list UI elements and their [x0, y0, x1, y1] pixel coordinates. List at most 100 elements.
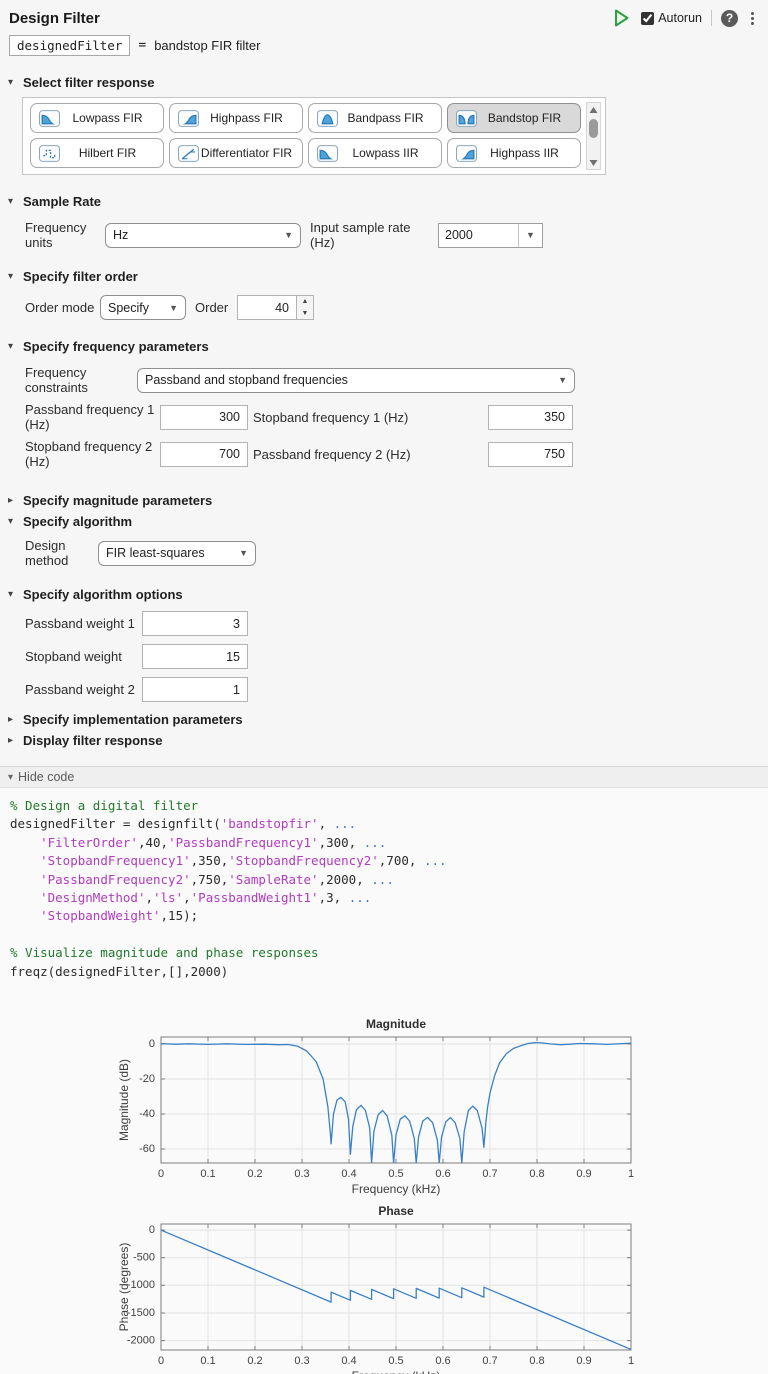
design-method-dropdown[interactable]: FIR least-squares ▼ [98, 541, 256, 566]
svg-text:0: 0 [158, 1168, 164, 1180]
svg-text:-20: -20 [139, 1073, 155, 1085]
section-label: Display filter response [23, 733, 162, 748]
autorun-checkbox[interactable] [641, 12, 654, 25]
collapse-triangle-icon [8, 77, 18, 88]
code-line: designedFilter = designfilt('bandstopfir… [10, 815, 768, 833]
collapse-triangle-icon [8, 196, 18, 207]
triangle-up-icon [589, 106, 598, 114]
section-specify-filter-order[interactable]: Specify filter order [0, 269, 768, 284]
order-input[interactable] [237, 295, 297, 320]
equals-sign: = [138, 38, 146, 53]
expand-triangle-icon [8, 735, 18, 746]
menu-button[interactable] [747, 11, 758, 26]
triangle-down-icon [589, 159, 598, 167]
svg-text:0: 0 [149, 1038, 155, 1050]
svg-text:-1000: -1000 [127, 1279, 155, 1291]
frequency-units-dropdown[interactable]: Hz ▼ [105, 223, 301, 248]
svg-text:0.5: 0.5 [388, 1355, 403, 1367]
code-block[interactable]: % Design a digital filterdesignedFilter … [0, 788, 768, 987]
svg-text:Phase (degrees): Phase (degrees) [117, 1243, 131, 1332]
run-button[interactable] [614, 9, 632, 27]
svg-text:1: 1 [628, 1355, 634, 1367]
svg-text:0: 0 [158, 1355, 164, 1367]
stopband-frequency-2-input[interactable] [160, 442, 248, 467]
code-line: 'DesignMethod','ls','PassbandWeight1',3,… [10, 889, 768, 907]
filter-response-gallery: Lowpass FIR Highpass FIR Bandpass FIR Bands… [22, 97, 606, 175]
svg-text:0: 0 [149, 1224, 155, 1236]
combo-dropdown-button[interactable]: ▼ [518, 224, 542, 247]
order-mode-dropdown[interactable]: Specify ▼ [100, 295, 186, 320]
filter-response-label: Bandpass FIR [338, 111, 437, 125]
scroll-thumb[interactable] [589, 119, 598, 137]
section-specify-frequency-parameters[interactable]: Specify frequency parameters [0, 339, 768, 354]
scroll-up-button[interactable] [587, 103, 600, 116]
code-line: % Design a digital filter [10, 797, 768, 815]
section-label: Specify magnitude parameters [23, 493, 212, 508]
passband-frequency-1-input[interactable] [160, 405, 248, 430]
field-label: Passband frequency 2 (Hz) [253, 447, 488, 462]
code-line: 'PassbandFrequency2',750,'SampleRate',20… [10, 871, 768, 889]
question-icon: ? [726, 11, 733, 25]
autorun-label: Autorun [658, 11, 702, 25]
frequency-constraints-dropdown[interactable]: Passband and stopband frequencies ▼ [137, 368, 575, 393]
svg-text:-2000: -2000 [127, 1335, 155, 1347]
field-label: Passband frequency 1 (Hz) [25, 402, 160, 432]
section-label: Specify filter order [23, 269, 138, 284]
section-label: Specify implementation parameters [23, 712, 243, 727]
scroll-down-button[interactable] [587, 156, 600, 169]
collapse-triangle-icon [8, 589, 18, 600]
bandpass-fir-icon [317, 110, 338, 127]
scroll-track[interactable] [587, 116, 600, 156]
output-variable-field[interactable]: designedFilter [9, 35, 130, 56]
section-specify-magnitude-parameters[interactable]: Specify magnitude parameters [0, 493, 768, 508]
svg-text:0.2: 0.2 [247, 1168, 262, 1180]
highpass-fir-icon [178, 110, 199, 127]
chevron-down-icon: ▼ [526, 230, 535, 240]
filter-response-button-lowpass-fir[interactable]: Lowpass FIR [30, 103, 164, 133]
order-spinner[interactable]: ▲ ▼ [297, 295, 314, 320]
filter-response-button-lowpass-iir[interactable]: Lowpass IIR [308, 138, 442, 168]
svg-text:0.3: 0.3 [294, 1168, 309, 1180]
section-specify-implementation-parameters[interactable]: Specify implementation parameters [0, 712, 768, 727]
gallery-scrollbar[interactable] [586, 102, 601, 170]
section-specify-algorithm-options[interactable]: Specify algorithm options [0, 587, 768, 602]
stopband-weight-input[interactable] [142, 644, 248, 669]
collapse-triangle-icon [8, 341, 18, 352]
hide-code-toggle[interactable]: Hide code [0, 766, 768, 788]
section-select-filter-response[interactable]: Select filter response [0, 75, 768, 90]
svg-text:Phase: Phase [378, 1204, 414, 1218]
svg-text:0.4: 0.4 [341, 1168, 356, 1180]
filter-response-button-hilbert-fir[interactable]: Hilbert FIR [30, 138, 164, 168]
spinner-up-icon[interactable]: ▲ [297, 296, 313, 308]
section-label: Sample Rate [23, 194, 101, 209]
input-sample-rate-combobox[interactable]: 2000 ▼ [438, 223, 543, 248]
hide-code-label: Hide code [18, 770, 74, 784]
order-mode-label: Order mode [25, 300, 100, 315]
filter-response-button-highpass-fir[interactable]: Highpass FIR [169, 103, 303, 133]
svg-text:0.8: 0.8 [529, 1168, 544, 1180]
section-sample-rate[interactable]: Sample Rate [0, 194, 768, 209]
header-divider [711, 10, 712, 26]
help-button[interactable]: ? [721, 10, 738, 27]
filter-response-label: Differentiator FIR [199, 146, 298, 160]
passband-frequency-2-input[interactable] [488, 442, 573, 467]
highpass-iir-icon [456, 145, 477, 162]
section-display-filter-response[interactable]: Display filter response [0, 733, 768, 748]
svg-text:0.6: 0.6 [435, 1355, 450, 1367]
passband-weight-2-input[interactable] [142, 677, 248, 702]
chevron-down-icon: ▼ [558, 375, 567, 385]
code-line: 'FilterOrder',40,'PassbandFrequency1',30… [10, 834, 768, 852]
svg-text:-500: -500 [133, 1252, 155, 1264]
filter-response-button-bandpass-fir[interactable]: Bandpass FIR [308, 103, 442, 133]
frequency-units-label: Frequency units [25, 220, 105, 250]
autorun-toggle[interactable]: Autorun [641, 11, 702, 25]
filter-response-button-highpass-iir[interactable]: Highpass IIR [447, 138, 581, 168]
section-specify-algorithm[interactable]: Specify algorithm [0, 514, 768, 529]
svg-text:-40: -40 [139, 1108, 155, 1120]
filter-response-button-differentiator-fir[interactable]: Differentiator FIR [169, 138, 303, 168]
filter-response-button-bandstop-fir[interactable]: Bandstop FIR [447, 103, 581, 133]
stopband-frequency-1-input[interactable] [488, 405, 573, 430]
filter-response-label: Lowpass FIR [60, 111, 159, 125]
spinner-down-icon[interactable]: ▼ [297, 308, 313, 320]
passband-weight-1-input[interactable] [142, 611, 248, 636]
